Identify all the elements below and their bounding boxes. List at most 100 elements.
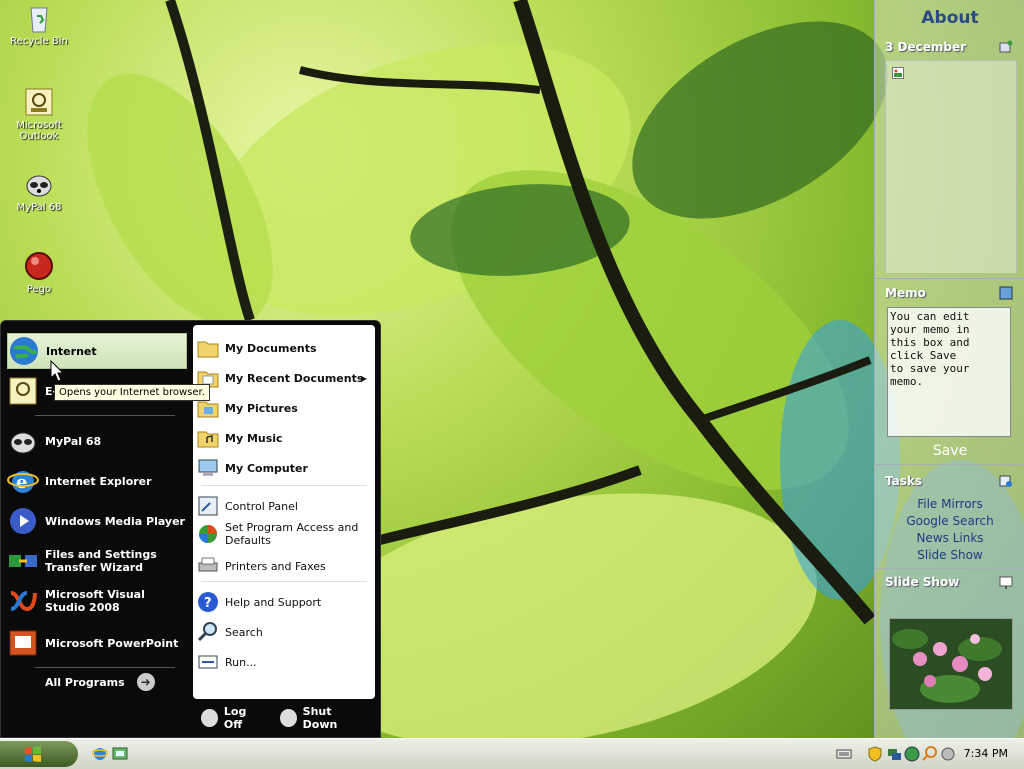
magnifier-tray-icon[interactable] — [922, 746, 938, 762]
start-item-label: My Computer — [225, 461, 308, 475]
globe-tray-icon[interactable] — [904, 746, 920, 762]
globe-icon — [10, 337, 38, 365]
start-item-label: Help and Support — [225, 595, 322, 609]
calendar-panel — [885, 60, 1017, 274]
start-button[interactable] — [0, 741, 78, 767]
keyboard-icon[interactable] — [836, 746, 852, 762]
start-item-my-computer[interactable]: My Computer — [197, 457, 373, 479]
calendar-settings-icon[interactable] — [999, 40, 1013, 54]
all-programs-label: All Programs — [45, 675, 125, 689]
folder-icon — [197, 341, 219, 358]
search-icon — [197, 622, 217, 642]
start-item-program-defaults[interactable]: Set Program Access and Defaults — [197, 521, 373, 547]
start-item-label: Search — [225, 625, 263, 639]
start-item-help[interactable]: ? Help and Support — [197, 591, 373, 613]
start-item-visual-studio[interactable]: Microsoft Visual Studio 2008 — [7, 583, 187, 619]
start-item-internet-explorer[interactable]: e Internet Explorer — [7, 463, 187, 499]
places-separator — [201, 485, 367, 486]
start-item-media-player[interactable]: Windows Media Player — [7, 503, 187, 539]
start-item-my-documents[interactable]: My Documents — [197, 337, 373, 359]
ie-quicklaunch-icon[interactable] — [92, 746, 108, 762]
tasks-icon[interactable] — [999, 474, 1013, 488]
start-item-internet[interactable]: Internet — [7, 333, 187, 369]
task-link-file-mirrors[interactable]: File Mirrors — [875, 497, 1024, 511]
mypal-icon — [10, 432, 36, 454]
mouse-cursor-icon — [50, 360, 64, 382]
start-item-control-panel[interactable]: Control Panel — [197, 495, 373, 517]
shut-down-button[interactable]: Shut Down — [279, 705, 366, 731]
arrow-right-icon: ➜ — [136, 673, 155, 691]
start-item-label: Windows Media Player — [45, 514, 185, 528]
taskbar: 7:34 PM — [0, 738, 1024, 769]
windows-logo-icon — [25, 746, 41, 762]
start-item-search[interactable]: Search — [197, 621, 373, 643]
outlook-icon — [25, 88, 53, 116]
svg-text:?: ? — [204, 596, 212, 611]
volume-tray-icon[interactable] — [940, 746, 956, 762]
desktop-icon-mypal[interactable]: MyPal 68 — [4, 168, 74, 213]
image-placeholder-icon — [892, 67, 904, 79]
program-defaults-icon — [199, 525, 217, 543]
computer-icon — [198, 459, 218, 476]
recycle-bin-icon — [30, 7, 48, 33]
memo-title: Memo — [885, 286, 926, 300]
network-icon[interactable] — [886, 746, 902, 762]
desktop-icon-recycle-bin[interactable]: Recycle Bin — [4, 2, 74, 47]
start-item-mypal[interactable]: MyPal 68 — [7, 423, 187, 459]
task-link-google-search[interactable]: Google Search — [875, 514, 1024, 528]
power-icon — [279, 709, 297, 727]
show-desktop-icon[interactable] — [112, 746, 128, 762]
media-player-icon — [10, 508, 36, 534]
mypal-icon — [26, 175, 52, 197]
help-icon: ? — [198, 592, 218, 612]
outlook-icon — [9, 377, 37, 405]
visual-studio-icon — [10, 591, 37, 612]
log-off-button[interactable]: Log Off — [201, 705, 266, 731]
desktop-sidebar: About 3 December Memo You can edit your … — [874, 0, 1024, 738]
music-folder-icon — [197, 431, 219, 448]
places-separator — [201, 581, 367, 582]
start-item-label: Set Program Access and Defaults — [225, 521, 359, 547]
memo-textarea[interactable]: You can edit your memo in this box and c… — [887, 307, 1011, 437]
sidebar-title: About — [921, 8, 979, 28]
memo-icon[interactable] — [999, 286, 1013, 300]
start-item-my-music[interactable]: My Music — [197, 427, 373, 449]
shut-down-label: Shut Down — [302, 705, 338, 731]
control-panel-icon — [198, 496, 218, 516]
slideshow-icon[interactable] — [999, 575, 1013, 589]
start-item-label: MyPal 68 — [45, 434, 102, 448]
start-menu: Internet E-mail MyPal 68 e Internet Expl… — [0, 320, 381, 738]
task-link-news-links[interactable]: News Links — [875, 531, 1024, 545]
start-item-label: Microsoft PowerPoint — [45, 636, 179, 650]
slideshow-image[interactable] — [889, 618, 1013, 710]
start-item-label: Microsoft Visual Studio 2008 — [45, 588, 145, 614]
printer-icon — [198, 557, 218, 572]
tasks-title: Tasks — [885, 474, 923, 488]
start-item-recent-documents[interactable]: My Recent Documents ▶ — [197, 367, 373, 389]
desktop-icon-outlook[interactable]: Microsoft Outlook — [4, 86, 74, 142]
slideshow-title: Slide Show — [885, 575, 960, 589]
log-off-label: Log Off — [223, 705, 247, 731]
start-menu-separator — [35, 667, 175, 668]
start-item-powerpoint[interactable]: Microsoft PowerPoint — [7, 625, 187, 661]
start-item-transfer-wizard[interactable]: Files and Settings Transfer Wizard — [7, 543, 187, 579]
task-link-slide-show[interactable]: Slide Show — [875, 548, 1024, 562]
sidebar-separator — [875, 278, 1024, 279]
start-item-my-pictures[interactable]: My Pictures — [197, 397, 373, 419]
start-item-printers[interactable]: Printers and Faxes — [197, 555, 373, 577]
start-item-label: Run... — [225, 655, 257, 669]
taskbar-clock[interactable]: 7:34 PM — [964, 747, 1008, 760]
start-menu-places-list: My Documents My Recent Documents ▶ My Pi… — [193, 325, 375, 699]
internet-tooltip: Opens your Internet browser. — [54, 384, 210, 401]
start-item-run[interactable]: Run... — [197, 651, 373, 673]
submenu-arrow-icon: ▶ — [360, 373, 367, 383]
desktop-icon-pego[interactable]: Pego — [4, 250, 74, 295]
start-item-label: Control Panel — [225, 499, 298, 513]
all-programs-button[interactable]: All Programs ➜ — [45, 673, 155, 691]
start-item-label: My Documents — [225, 341, 317, 355]
security-shield-icon[interactable] — [868, 746, 882, 762]
sidebar-date: 3 December — [885, 40, 967, 54]
start-menu-separator — [35, 415, 175, 416]
memo-save-button[interactable]: Save — [875, 443, 1024, 459]
start-item-label: My Pictures — [225, 401, 298, 415]
